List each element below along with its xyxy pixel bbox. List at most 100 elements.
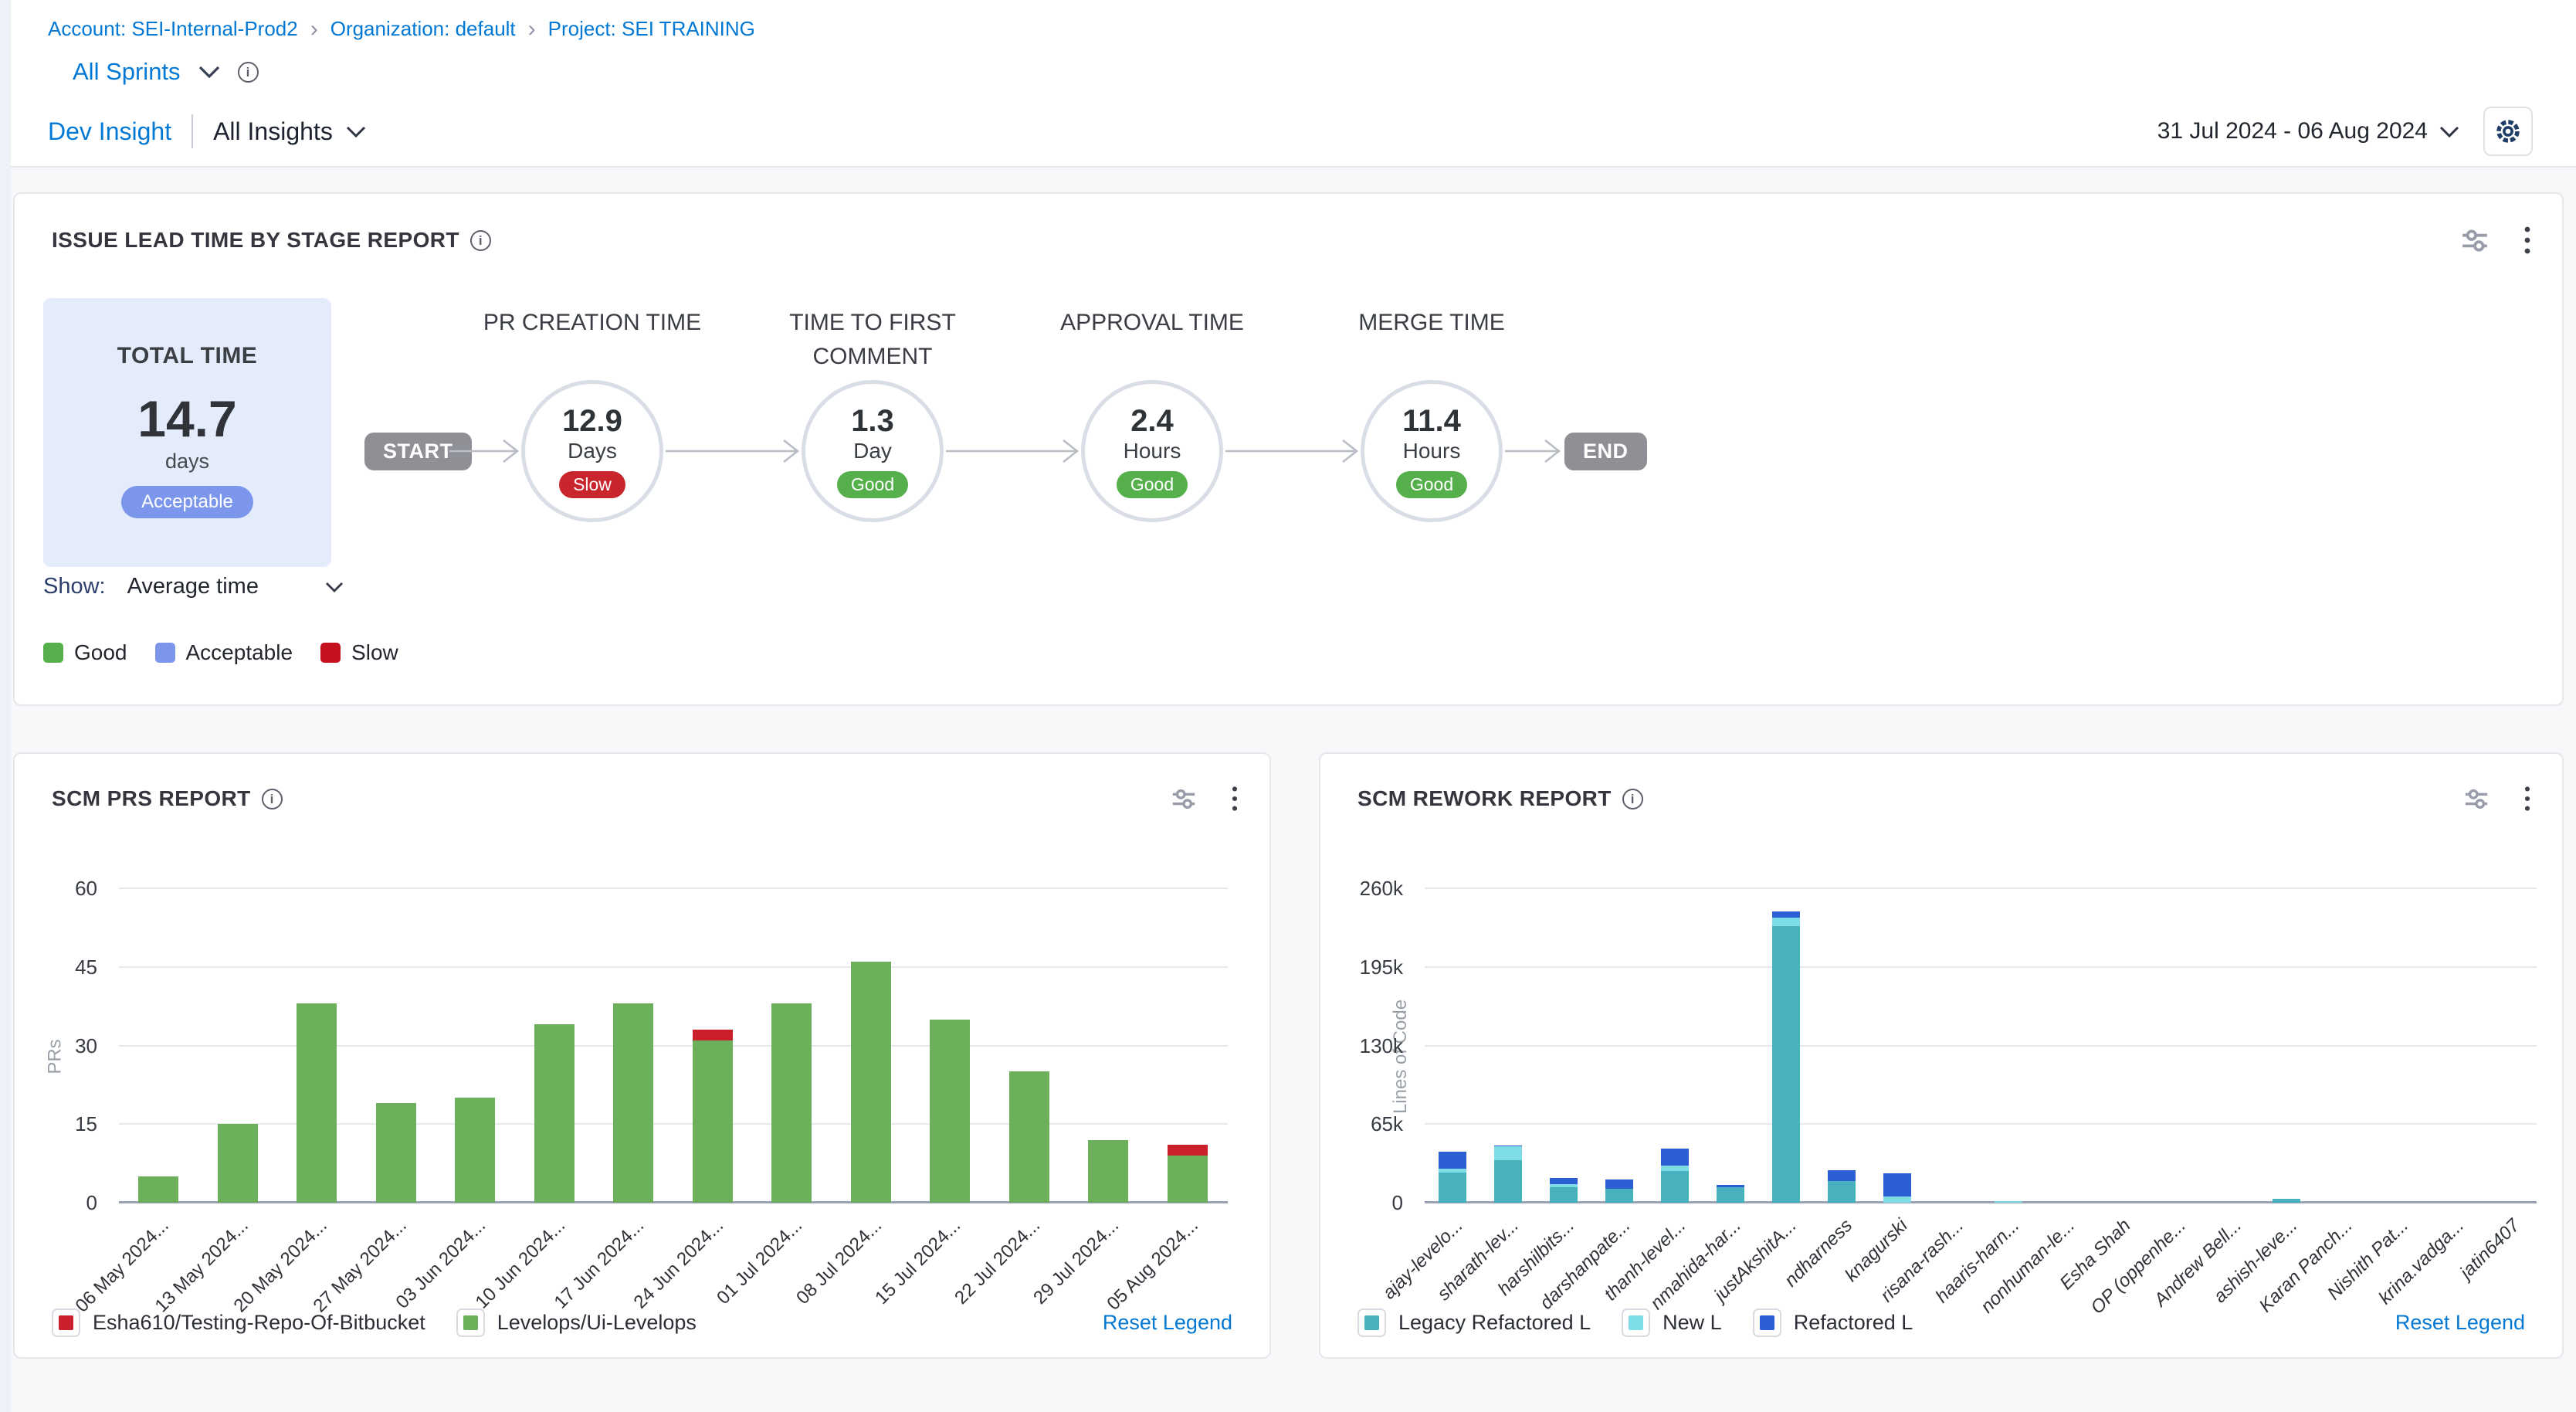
bar-segment[interactable] (1494, 1146, 1522, 1147)
bar-segment[interactable] (851, 962, 891, 1203)
bar-segment[interactable] (1828, 1181, 1856, 1203)
legend-item[interactable]: Slow (320, 640, 398, 665)
legend-checkbox (52, 1308, 80, 1337)
legend-swatch (463, 1315, 478, 1330)
breadcrumb-item[interactable]: Project: SEI TRAINING (548, 17, 755, 41)
breadcrumb-item[interactable]: Organization: default (330, 17, 516, 41)
bar-segment[interactable] (1088, 1140, 1128, 1203)
bar-segment[interactable] (1550, 1184, 1578, 1187)
scm-rework-chart: Lines of Codeajay-levelo...sharath-lev..… (1320, 754, 2562, 1357)
bar-segment[interactable] (1439, 1169, 1466, 1173)
sprint-selector[interactable]: All Sprints i (11, 41, 2576, 97)
bar-segment[interactable] (1717, 1185, 1744, 1186)
bar-segment[interactable] (1772, 911, 1800, 918)
bar-segment[interactable] (1168, 1156, 1208, 1203)
bar-segment[interactable] (455, 1098, 495, 1203)
stage-circle[interactable]: 12.9DaysSlow (521, 380, 663, 522)
legend-swatch (155, 643, 175, 663)
bar-segment[interactable] (1717, 1187, 1744, 1203)
show-selector[interactable]: Show: Average time (43, 574, 344, 599)
bar-segment[interactable] (297, 1003, 337, 1203)
legend-chip[interactable]: Legacy Refactored L (1357, 1308, 1591, 1337)
bar-segment[interactable] (1494, 1146, 1522, 1160)
plot-area: ajay-levelo...sharath-lev...harshilbits.… (1425, 888, 2537, 1203)
flow-arrow-icon (666, 436, 800, 467)
stage-rating-badge: Slow (559, 471, 625, 498)
bar-segment[interactable] (1661, 1171, 1689, 1203)
stage-circle[interactable]: 2.4HoursGood (1081, 380, 1223, 522)
flow-arrow-icon (449, 436, 520, 467)
bar-segment[interactable] (613, 1003, 653, 1203)
insights-selector[interactable]: All Insights (213, 117, 367, 146)
breadcrumb: Account: SEI-Internal-Prod2›Organization… (11, 0, 2576, 41)
insight-name-link[interactable]: Dev Insight (48, 117, 171, 146)
bar-segment[interactable] (771, 1003, 812, 1203)
bar-segment[interactable] (693, 1040, 733, 1203)
total-time-rating-badge: Acceptable (121, 486, 253, 518)
bar-segment[interactable] (1772, 918, 1800, 925)
legend-chip[interactable]: Refactored L (1753, 1308, 1913, 1337)
insights-selector-label: All Insights (213, 117, 333, 146)
total-time-value: 14.7 (137, 389, 236, 448)
stage-circle[interactable]: 1.3DayGood (802, 380, 944, 522)
bar-segment[interactable] (1661, 1166, 1689, 1170)
stage-title: MERGE TIME (1308, 306, 1555, 340)
reset-legend-link[interactable]: Reset Legend (1103, 1311, 1232, 1335)
bar-segment[interactable] (1772, 926, 1800, 1203)
bar-segment[interactable] (1550, 1178, 1578, 1184)
flow-arrow-icon (946, 436, 1080, 467)
bar-segment[interactable] (1605, 1179, 1633, 1189)
bar-segment[interactable] (1605, 1189, 1633, 1203)
x-axis-label: jatin6407 (2456, 1215, 2524, 1284)
info-icon[interactable]: i (470, 230, 491, 251)
scm-prs-report-panel: SCM PRS REPORT i PRs06 May 2024...13 May… (13, 752, 1271, 1359)
bar-segment[interactable] (1661, 1149, 1689, 1166)
date-range-selector[interactable]: 31 Jul 2024 - 06 Aug 2024 (2157, 118, 2460, 144)
bar-segment[interactable] (2273, 1199, 2300, 1203)
x-axis-label: OP (oppenhe... (2087, 1215, 2191, 1319)
bar-segment[interactable] (1828, 1170, 1856, 1181)
chevron-down-icon (345, 125, 367, 138)
legend-swatch (43, 643, 63, 663)
bar-segment[interactable] (930, 1020, 970, 1203)
sliders-icon[interactable] (2460, 226, 2490, 255)
bar-segment[interactable] (218, 1124, 258, 1203)
bar-segment[interactable] (1995, 1201, 2022, 1203)
legend-swatch (1629, 1315, 1643, 1330)
scm-prs-chart: PRs06 May 2024...13 May 2024...20 May 20… (15, 754, 1269, 1357)
bar-segment[interactable] (1494, 1160, 1522, 1203)
legend-item[interactable]: Acceptable (155, 640, 293, 665)
flow-arrow-icon (1225, 436, 1359, 467)
bar-segment[interactable] (1439, 1173, 1466, 1203)
stage-rating-badge: Good (1396, 471, 1467, 498)
stage-value: 1.3 (851, 404, 894, 439)
total-time-card: TOTAL TIME 14.7 days Acceptable (43, 298, 331, 567)
sprint-selector-label[interactable]: All Sprints (73, 58, 181, 86)
legend-chip[interactable]: Levelops/Ui-Levelops (456, 1308, 697, 1337)
bar-segment[interactable] (1168, 1145, 1208, 1156)
kebab-menu-icon[interactable] (2523, 225, 2531, 256)
breadcrumb-item[interactable]: Account: SEI-Internal-Prod2 (48, 17, 298, 41)
x-axis-line (119, 1201, 1228, 1203)
bar-segment[interactable] (1883, 1173, 1911, 1196)
top-bar: Account: SEI-Internal-Prod2›Organization… (11, 0, 2576, 168)
show-label: Show: (43, 574, 106, 599)
reset-legend-link[interactable]: Reset Legend (2395, 1311, 2525, 1335)
bar-segment[interactable] (693, 1030, 733, 1040)
legend-chip[interactable]: New L (1622, 1308, 1722, 1337)
bar-segment[interactable] (376, 1103, 416, 1203)
insight-header: Dev Insight All Insights 31 Jul 2024 - 0… (11, 97, 2576, 168)
legend-item[interactable]: Good (43, 640, 127, 665)
legend-chip[interactable]: Esha610/Testing-Repo-Of-Bitbucket (52, 1308, 425, 1337)
settings-button[interactable] (2483, 107, 2533, 156)
bar-segment[interactable] (1550, 1187, 1578, 1203)
bar-segment[interactable] (1883, 1196, 1911, 1203)
stage-value: 2.4 (1130, 404, 1174, 439)
bar-segment[interactable] (1439, 1152, 1466, 1169)
bar-segment[interactable] (534, 1024, 575, 1203)
stage-circle[interactable]: 11.4HoursGood (1361, 380, 1503, 522)
chevron-down-icon[interactable] (198, 65, 221, 79)
bar-segment[interactable] (138, 1176, 178, 1203)
bar-segment[interactable] (1009, 1071, 1049, 1203)
info-icon[interactable]: i (238, 62, 259, 83)
